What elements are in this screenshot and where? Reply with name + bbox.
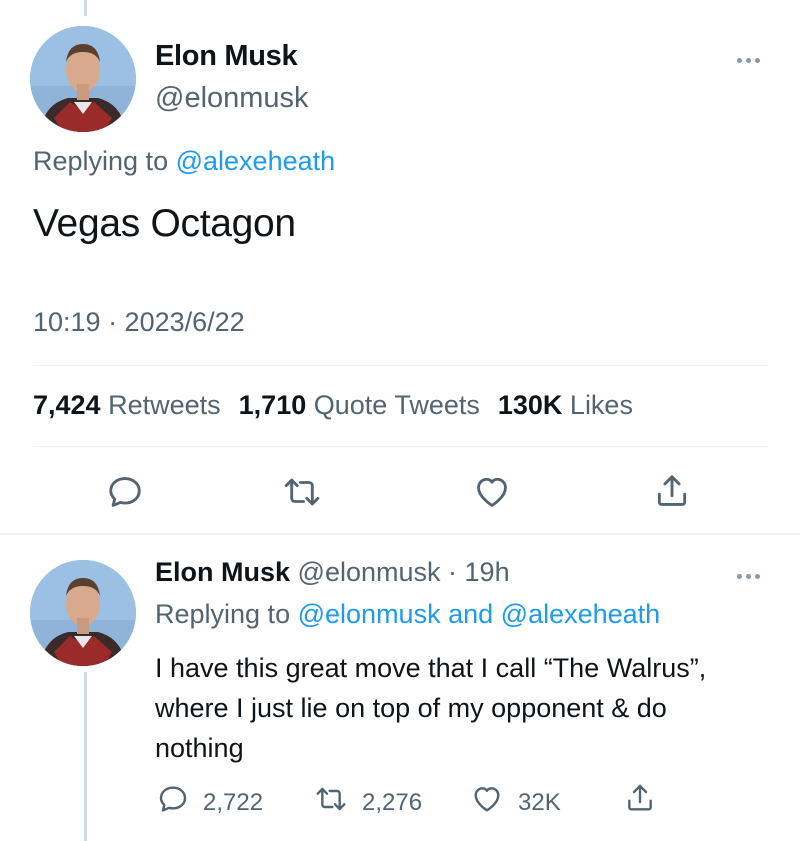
reply-button[interactable] bbox=[106, 473, 144, 511]
reply-like-button[interactable]: 32K bbox=[470, 783, 561, 822]
like-count: 32K bbox=[518, 788, 561, 816]
reply-retweet-button[interactable]: 2,276 bbox=[314, 783, 422, 822]
reply-icon bbox=[106, 473, 144, 511]
reply-time-ago[interactable]: 19h bbox=[465, 557, 510, 587]
reply-author-handle[interactable]: @elonmusk bbox=[298, 557, 441, 587]
likes-count: 130K bbox=[497, 390, 563, 420]
reply-count: 2,722 bbox=[203, 788, 264, 816]
author-name[interactable]: Elon Musk bbox=[155, 40, 298, 73]
share-button[interactable] bbox=[653, 471, 691, 511]
retweet-icon bbox=[282, 473, 322, 511]
reply-more-options-icon[interactable] bbox=[728, 568, 768, 584]
author-avatar[interactable] bbox=[30, 26, 136, 132]
quote-tweets-count: 1,710 bbox=[238, 390, 307, 420]
section-separator bbox=[0, 533, 800, 535]
tweet-timestamp[interactable]: 10:19 · 2023/6/22 bbox=[33, 307, 245, 338]
retweet-count: 2,276 bbox=[362, 788, 423, 816]
like-icon bbox=[470, 783, 504, 822]
reply-author-avatar[interactable] bbox=[30, 560, 136, 666]
more-options-icon[interactable] bbox=[728, 52, 768, 68]
replying-to-handle-link[interactable]: @alexeheath bbox=[501, 599, 661, 629]
replying-to-prefix: Replying to bbox=[33, 146, 169, 176]
likes-label: Likes bbox=[569, 390, 633, 420]
retweets-label: Retweets bbox=[108, 390, 221, 420]
likes-stat[interactable]: 130K Likes bbox=[498, 390, 633, 421]
divider bbox=[33, 365, 768, 366]
reply-tweet-text: I have this great move that I call “The … bbox=[155, 653, 707, 763]
reply-separator: · bbox=[448, 557, 458, 587]
reply-author-name[interactable]: Elon Musk bbox=[155, 557, 290, 587]
reply-icon bbox=[157, 783, 189, 822]
thread-connector-line bbox=[84, 0, 87, 16]
reply-replying-to-line: Replying to @elonmusk and @alexeheath bbox=[155, 599, 660, 630]
quote-tweets-label: Quote Tweets bbox=[313, 390, 480, 420]
replying-to-prefix: Replying to bbox=[155, 599, 291, 629]
replying-to-handle-link[interactable]: @elonmusk bbox=[298, 599, 441, 629]
reply-header: Elon Musk @elonmusk · 19h bbox=[155, 557, 510, 588]
divider bbox=[33, 446, 768, 447]
retweet-icon bbox=[314, 783, 348, 822]
quote-tweets-stat[interactable]: 1,710 Quote Tweets bbox=[239, 390, 480, 421]
retweets-count: 7,424 bbox=[33, 390, 101, 420]
retweets-stat[interactable]: 7,424 Retweets bbox=[33, 390, 221, 421]
replying-to-and: and bbox=[448, 599, 494, 629]
share-icon bbox=[624, 781, 656, 822]
tweet-text: Vegas Octagon bbox=[33, 202, 296, 245]
author-handle[interactable]: @elonmusk bbox=[155, 82, 309, 115]
replying-to-line: Replying to @alexeheath bbox=[33, 146, 335, 177]
reply-share-button[interactable] bbox=[624, 781, 656, 822]
reply-reply-button[interactable]: 2,722 bbox=[157, 783, 263, 822]
share-icon bbox=[653, 471, 691, 511]
retweet-button[interactable] bbox=[282, 473, 322, 511]
like-icon bbox=[472, 473, 512, 511]
engagement-stats: 7,424 Retweets 1,710 Quote Tweets 130K L… bbox=[33, 390, 633, 421]
replying-to-handle-link[interactable]: @alexeheath bbox=[176, 146, 336, 176]
like-button[interactable] bbox=[472, 473, 512, 511]
thread-connector-line bbox=[84, 672, 87, 841]
